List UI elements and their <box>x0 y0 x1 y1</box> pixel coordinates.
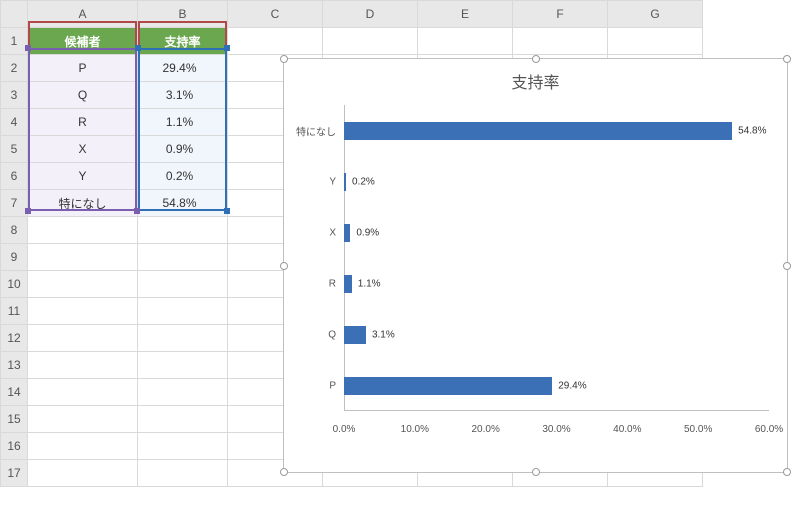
chart-plot-area[interactable]: 特になし54.8%Y0.2%X0.9%R1.1%Q3.1%P29.4%0.0%1… <box>344 105 769 435</box>
row-header-9[interactable]: 9 <box>1 244 28 271</box>
chart-data-label: 1.1% <box>352 278 381 289</box>
col-header-B[interactable]: B <box>138 1 228 28</box>
select-all-corner[interactable] <box>1 1 28 28</box>
chart-x-tick-label: 10.0% <box>401 424 429 435</box>
cell-G1[interactable] <box>608 28 703 55</box>
chart-x-tick-label: 20.0% <box>471 424 499 435</box>
col-header-G[interactable]: G <box>608 1 703 28</box>
chart-category-label: Q <box>328 329 344 340</box>
col-header-E[interactable]: E <box>418 1 513 28</box>
chart-x-tick-label: 30.0% <box>542 424 570 435</box>
chart-category-label: R <box>329 278 344 289</box>
chart-bar-row: Q3.1% <box>344 326 366 344</box>
row-header-15[interactable]: 15 <box>1 406 28 433</box>
chart-resize-handle[interactable] <box>280 262 288 270</box>
chart-object[interactable]: 支持率 特になし54.8%Y0.2%X0.9%R1.1%Q3.1%P29.4%0… <box>283 58 788 473</box>
cell-C1[interactable] <box>228 28 323 55</box>
cell-B3[interactable]: 3.1% <box>138 82 228 109</box>
row-header-14[interactable]: 14 <box>1 379 28 406</box>
chart-resize-handle[interactable] <box>783 55 791 63</box>
spreadsheet-area: A B C D E F G 1 候補者 支持率 2 P 29.4% 3 <box>0 0 800 511</box>
cell-B7[interactable]: 54.8% <box>138 190 228 217</box>
row-header-2[interactable]: 2 <box>1 55 28 82</box>
chart-bar-row: Y0.2% <box>344 173 346 191</box>
row-header-11[interactable]: 11 <box>1 298 28 325</box>
chart-y-axis-line <box>344 105 345 411</box>
chart-category-label: X <box>329 227 344 238</box>
cell-B5[interactable]: 0.9% <box>138 136 228 163</box>
chart-x-tick-label: 0.0% <box>333 424 356 435</box>
chart-bar-row: P29.4% <box>344 377 552 395</box>
chart-bar-row: X0.9% <box>344 224 350 242</box>
row-header-12[interactable]: 12 <box>1 325 28 352</box>
cell-F1[interactable] <box>513 28 608 55</box>
chart-data-label: 0.9% <box>350 227 379 238</box>
chart-bar-row: 特になし54.8% <box>344 122 732 140</box>
row-header-6[interactable]: 6 <box>1 163 28 190</box>
cell-D1[interactable] <box>323 28 418 55</box>
chart-data-label: 0.2% <box>346 176 375 187</box>
cell-B1[interactable]: 支持率 <box>138 28 228 55</box>
cell-A5[interactable]: X <box>28 136 138 163</box>
cell-E1[interactable] <box>418 28 513 55</box>
chart-data-label: 54.8% <box>732 125 766 136</box>
chart-bar[interactable] <box>344 122 732 140</box>
cell-B4[interactable]: 1.1% <box>138 109 228 136</box>
row-header-10[interactable]: 10 <box>1 271 28 298</box>
chart-data-label: 3.1% <box>366 329 395 340</box>
row-header-13[interactable]: 13 <box>1 352 28 379</box>
chart-category-label: Y <box>329 176 344 187</box>
chart-bar-row: R1.1% <box>344 275 352 293</box>
chart-data-label: 29.4% <box>552 380 586 391</box>
cell-A7[interactable]: 特になし <box>28 190 138 217</box>
row-header-3[interactable]: 3 <box>1 82 28 109</box>
chart-resize-handle[interactable] <box>280 468 288 476</box>
chart-category-label: P <box>329 380 344 391</box>
cell-B6[interactable]: 0.2% <box>138 163 228 190</box>
chart-resize-handle[interactable] <box>783 262 791 270</box>
cell-A4[interactable]: R <box>28 109 138 136</box>
row-header-4[interactable]: 4 <box>1 109 28 136</box>
chart-bar[interactable] <box>344 326 366 344</box>
row-header-1[interactable]: 1 <box>1 28 28 55</box>
cell-A3[interactable]: Q <box>28 82 138 109</box>
col-header-A[interactable]: A <box>28 1 138 28</box>
chart-resize-handle[interactable] <box>280 55 288 63</box>
chart-x-tick-label: 50.0% <box>684 424 712 435</box>
chart-x-axis-line <box>344 410 769 411</box>
cell-A6[interactable]: Y <box>28 163 138 190</box>
chart-resize-handle[interactable] <box>532 55 540 63</box>
cell-B2[interactable]: 29.4% <box>138 55 228 82</box>
col-header-D[interactable]: D <box>323 1 418 28</box>
row-header-5[interactable]: 5 <box>1 136 28 163</box>
row-header-8[interactable]: 8 <box>1 217 28 244</box>
row-header-17[interactable]: 17 <box>1 460 28 487</box>
col-header-C[interactable]: C <box>228 1 323 28</box>
column-header-row: A B C D E F G <box>1 1 703 28</box>
chart-bar[interactable] <box>344 377 552 395</box>
chart-x-tick-label: 60.0% <box>755 424 783 435</box>
chart-bar[interactable] <box>344 275 352 293</box>
row-header-7[interactable]: 7 <box>1 190 28 217</box>
col-header-F[interactable]: F <box>513 1 608 28</box>
row-header-16[interactable]: 16 <box>1 433 28 460</box>
chart-title[interactable]: 支持率 <box>284 59 787 97</box>
cell-A2[interactable]: P <box>28 55 138 82</box>
chart-resize-handle[interactable] <box>532 468 540 476</box>
cell-A1[interactable]: 候補者 <box>28 28 138 55</box>
chart-x-tick-label: 40.0% <box>613 424 641 435</box>
chart-resize-handle[interactable] <box>783 468 791 476</box>
chart-category-label: 特になし <box>296 123 344 138</box>
